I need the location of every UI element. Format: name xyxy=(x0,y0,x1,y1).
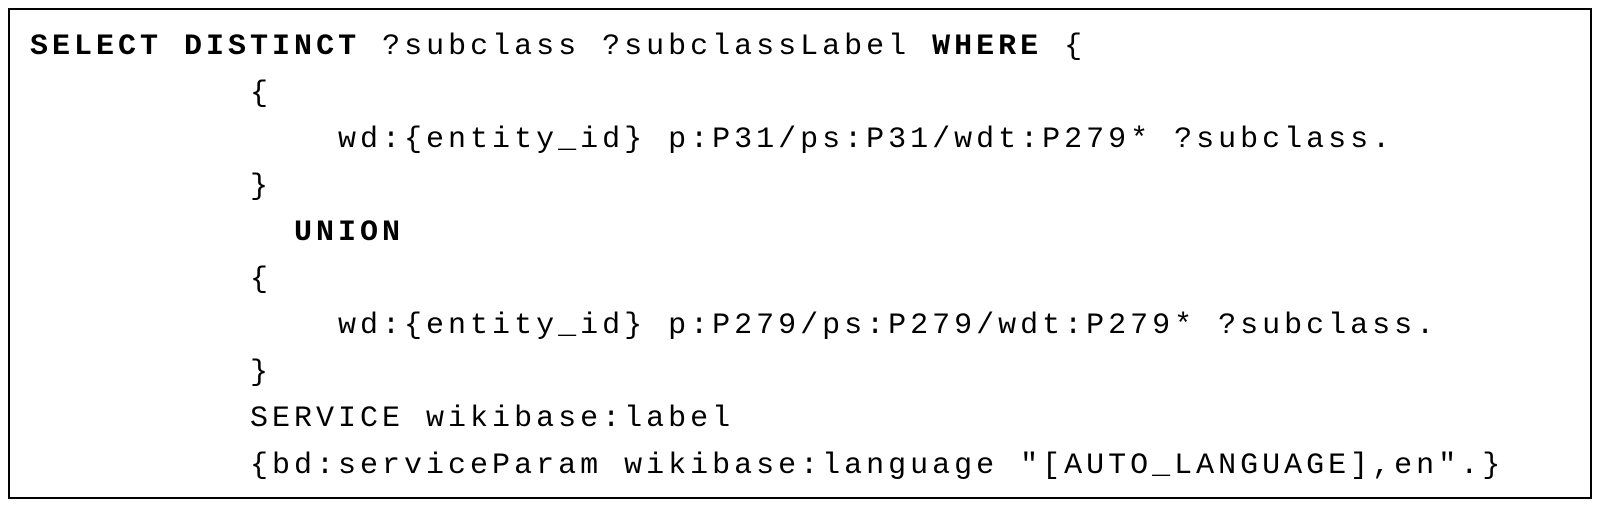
keyword-distinct: DISTINCT xyxy=(184,30,360,64)
code-line-5-indent xyxy=(30,216,294,250)
code-listing-container: SELECT DISTINCT ?subclass ?subclassLabel… xyxy=(8,8,1592,499)
code-line-10: {bd:serviceParam wikibase:language "[AUT… xyxy=(30,449,1504,483)
sparql-query-code: SELECT DISTINCT ?subclass ?subclassLabel… xyxy=(30,24,1570,489)
keyword-select: SELECT xyxy=(30,30,162,64)
code-line-8: } xyxy=(30,356,272,390)
code-line-9: SERVICE wikibase:label xyxy=(30,402,734,436)
code-line-4: } xyxy=(30,170,272,204)
code-line-3: wd:{entity_id} p:P31/ps:P31/wdt:P279* ?s… xyxy=(30,123,1394,157)
code-line-7: wd:{entity_id} p:P279/ps:P279/wdt:P279* … xyxy=(30,309,1438,343)
code-line-2: { xyxy=(30,77,272,111)
keyword-where: WHERE xyxy=(932,30,1042,64)
code-brace-open: { xyxy=(1042,30,1086,64)
code-line-6: { xyxy=(30,263,272,297)
code-vars: ?subclass ?subclassLabel xyxy=(360,30,932,64)
keyword-union: UNION xyxy=(294,216,404,250)
